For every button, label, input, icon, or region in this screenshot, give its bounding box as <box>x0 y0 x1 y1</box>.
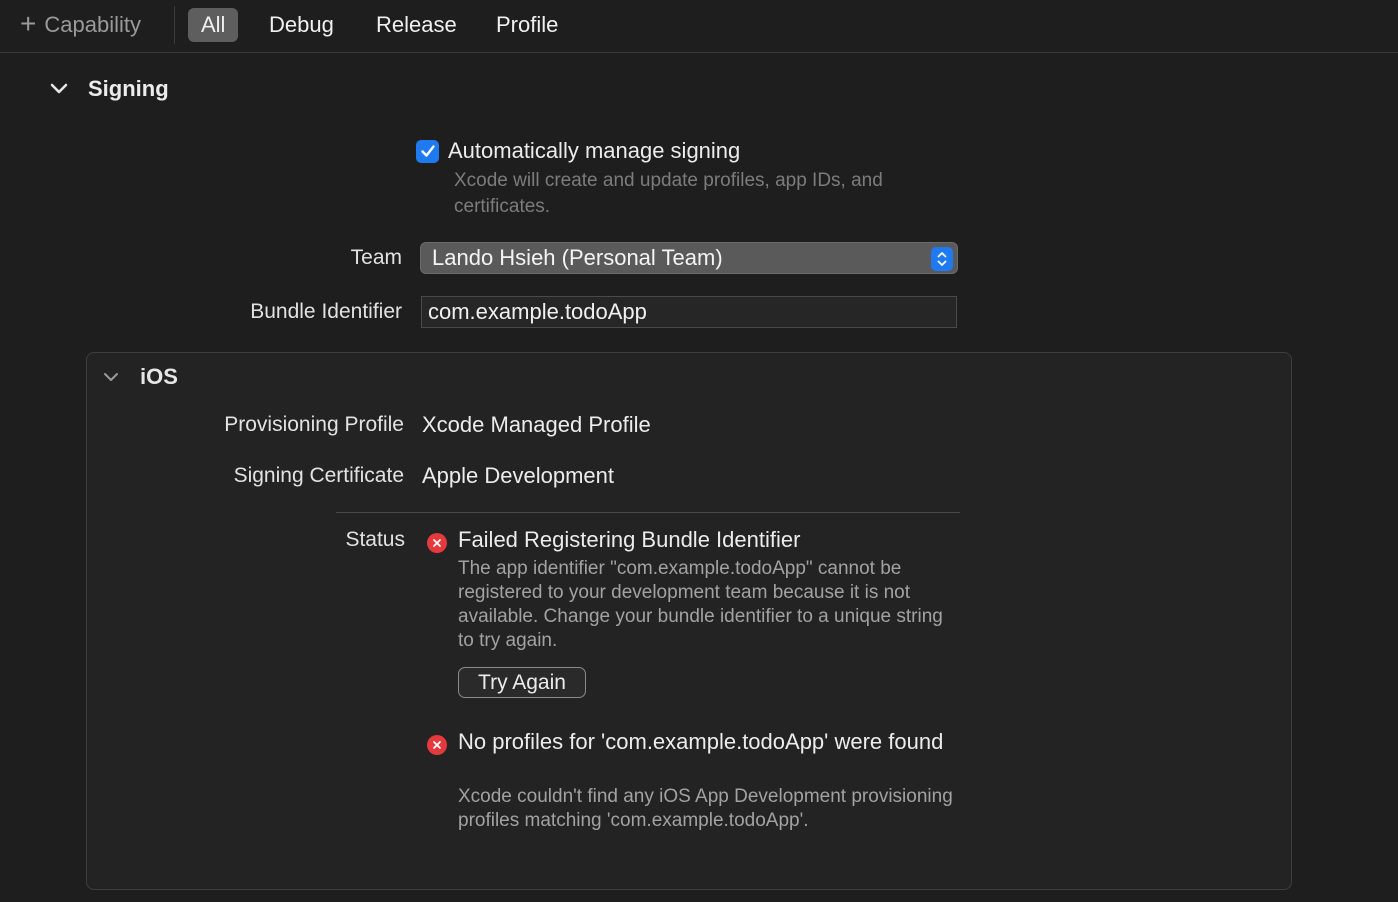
status-divider <box>336 512 960 513</box>
try-again-button[interactable]: Try Again <box>458 667 586 698</box>
bundle-identifier-value: com.example.todoApp <box>428 299 647 324</box>
tab-debug[interactable]: Debug <box>256 8 347 42</box>
bundle-identifier-label: Bundle Identifier <box>250 300 402 323</box>
status-label: Status <box>345 528 405 551</box>
signing-certificate-value: Apple Development <box>422 463 615 488</box>
error-icon <box>427 533 447 553</box>
provisioning-profile-label: Provisioning Profile <box>224 413 404 436</box>
error-title-registering: Failed Registering Bundle Identifier <box>458 527 801 552</box>
error-description-no-profiles: Xcode couldn't find any iOS App Developm… <box>458 786 953 831</box>
team-label: Team <box>350 246 402 269</box>
tab-release[interactable]: Release <box>363 8 470 42</box>
provisioning-profile-value: Xcode Managed Profile <box>422 412 651 437</box>
add-capability-label: Capability <box>44 12 141 37</box>
error-title-no-profiles: No profiles for 'com.example.todoApp' we… <box>458 729 944 754</box>
signing-section-title: Signing <box>88 76 169 101</box>
chevron-down-icon <box>50 83 68 94</box>
signing-section-header[interactable]: Signing <box>48 76 169 102</box>
ios-section-title: iOS <box>140 364 178 389</box>
auto-manage-signing-checkbox[interactable]: Automatically manage signing <box>416 138 740 164</box>
tab-profile[interactable]: Profile <box>483 8 571 42</box>
auto-manage-signing-label: Automatically manage signing <box>448 138 741 163</box>
ios-section-header[interactable]: iOS <box>100 364 178 390</box>
team-select-value: Lando Hsieh (Personal Team) <box>432 245 723 270</box>
auto-manage-signing-description: Xcode will create and update profiles, a… <box>454 170 883 217</box>
error-icon <box>427 735 447 755</box>
checkmark-icon <box>416 139 439 163</box>
toolbar-divider <box>174 6 175 44</box>
tab-all[interactable]: All <box>188 8 239 42</box>
chevron-up-down-icon <box>931 247 953 271</box>
chevron-down-icon <box>104 373 118 381</box>
bundle-identifier-input[interactable]: com.example.todoApp <box>421 296 957 328</box>
add-capability-button[interactable]: + Capability <box>20 10 141 40</box>
plus-icon: + <box>20 8 37 39</box>
build-settings-toolbar: + Capability All Debug Release Profile <box>0 0 1398 53</box>
team-select[interactable]: Lando Hsieh (Personal Team) <box>420 242 958 274</box>
error-description-registering: The app identifier "com.example.todoApp"… <box>458 558 943 651</box>
signing-certificate-label: Signing Certificate <box>233 464 404 487</box>
